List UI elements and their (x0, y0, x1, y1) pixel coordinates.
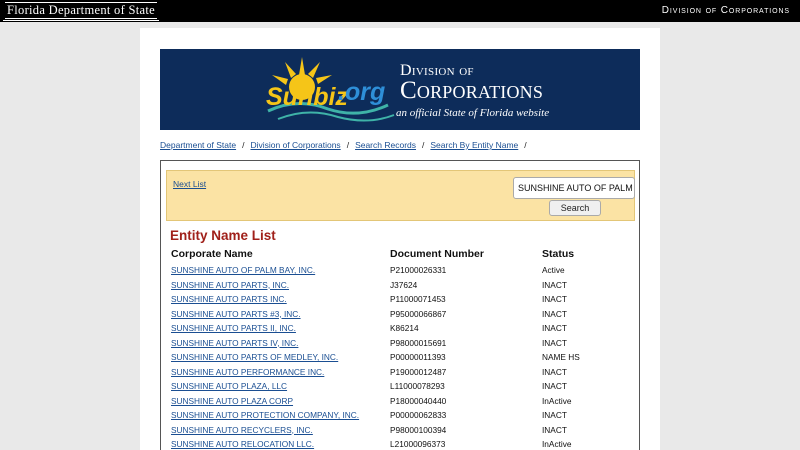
table-row: SUNSHINE AUTO PARTS, INC. J37624 INACT (161, 278, 639, 293)
breadcrumb-division-of-corporations[interactable]: Division of Corporations (250, 140, 340, 150)
status-text: INACT (542, 308, 567, 319)
status-text: INACT (542, 381, 567, 391)
corporate-name-link[interactable]: SUNSHINE AUTO PARTS II, INC. (171, 323, 296, 333)
table-row: SUNSHINE AUTO PARTS OF MEDLEY, INC. P0000… (161, 350, 639, 365)
corporate-name-link[interactable]: SUNSHINE AUTO PROTECTION COMPANY, INC. (171, 410, 359, 420)
table-row: SUNSHINE AUTO OF PALM BAY, INC. P21000026… (161, 263, 639, 278)
status-text: InActive (542, 439, 572, 449)
corporate-name-link[interactable]: SUNSHINE AUTO PARTS IV, INC. (171, 338, 298, 348)
status-text: Active (542, 265, 565, 275)
breadcrumb-separator: / (422, 140, 425, 150)
table-row: SUNSHINE AUTO PLAZA CORP P18000040440 InAc… (161, 394, 639, 409)
table-row: SUNSHINE AUTO PERFORMANCE INC. P190000124… (161, 365, 639, 380)
document-number: P11000071453 (390, 294, 446, 304)
table-row: SUNSHINE AUTO PARTS IV, INC. P98000015691… (161, 336, 639, 351)
document-number: K86214 (390, 323, 419, 333)
table-row: SUNSHINE AUTO PROTECTION COMPANY, INC. P0… (161, 408, 639, 423)
table-row: SUNSHINE AUTO PARTS II, INC. K86214 INACT (161, 321, 639, 336)
corporate-name-link[interactable]: SUNSHINE AUTO PARTS OF MEDLEY, INC. (171, 352, 338, 362)
banner-org-wordmark: .org (338, 78, 386, 106)
status-text: INACT (542, 366, 567, 377)
table-row: SUNSHINE AUTO PARTS INC. P11000071453 INAC… (161, 292, 639, 307)
corporate-name-link[interactable]: SUNSHINE AUTO PARTS INC. (171, 294, 287, 304)
division-of-corporations-link[interactable]: Division of Corporations (662, 5, 790, 16)
breadcrumb-search-records[interactable]: Search Records (355, 140, 416, 150)
breadcrumb-separator: / (346, 140, 350, 150)
florida-department-of-state-logo[interactable]: Florida Department of State (3, 2, 159, 21)
table-row: SUNSHINE AUTO PARTS #3, INC. P95000066867… (161, 307, 639, 322)
document-number: P95000066867 (390, 308, 447, 319)
corporate-name-link[interactable]: SUNSHINE AUTO PLAZA CORP (171, 396, 293, 406)
document-number: P98000100394 (390, 424, 447, 435)
breadcrumb: Department of State / Division of Corporat… (160, 140, 533, 150)
column-header-document-number: Document Number (390, 248, 484, 260)
status-text: INACT (542, 279, 567, 290)
entity-name-list-title: Entity Name List (170, 228, 276, 243)
document-number: L21000096373 (390, 439, 446, 449)
sunbiz-banner[interactable]: Sunbiz .org Division of Corporations an … (160, 49, 640, 130)
banner-tagline: an official State of Florida website (396, 107, 550, 119)
document-number: P98000015691 (390, 337, 447, 348)
top-bar: Florida Department of State Division of … (0, 0, 800, 22)
column-header-corporate-name: Corporate Name (171, 248, 253, 260)
status-text: INACT (542, 323, 567, 333)
status-text: INACT (542, 410, 567, 420)
search-navigation-band: Next List SUNSHINE AUTO OF PALM B Search (166, 170, 635, 221)
breadcrumb-department-of-state[interactable]: Department of State (160, 140, 236, 150)
corporate-name-link[interactable]: SUNSHINE AUTO PLAZA, LLC (171, 381, 287, 391)
status-text: INACT (542, 337, 567, 348)
document-number: L11000078293 (390, 381, 445, 391)
search-results-panel: Next List SUNSHINE AUTO OF PALM B Search… (160, 160, 640, 450)
document-number: P00000011393 (390, 352, 446, 362)
column-header-status: Status (542, 248, 575, 260)
corporate-name-link[interactable]: SUNSHINE AUTO PARTS #3, INC. (171, 309, 301, 319)
corporate-name-link[interactable]: SUNSHINE AUTO PERFORMANCE INC. (171, 367, 324, 377)
status-text: InActive (542, 395, 572, 406)
table-row: SUNSHINE AUTO RELOCATION LLC. L2100009637… (161, 437, 639, 450)
corporate-name-link[interactable]: SUNSHINE AUTO PARTS, INC. (171, 280, 289, 290)
document-number: J37624 (390, 279, 418, 290)
sunbiz-wordmark: Sunbiz (266, 83, 348, 111)
document-number: P00000062833 (390, 410, 447, 420)
document-number: P19000012487 (390, 366, 447, 377)
banner-corporations-text: Corporations (400, 77, 544, 104)
breadcrumb-separator: / (242, 140, 245, 150)
entity-list: SUNSHINE AUTO OF PALM BAY, INC. P21000026… (161, 263, 639, 450)
entity-name-search-input[interactable]: SUNSHINE AUTO OF PALM B (513, 177, 635, 199)
document-number: P18000040440 (390, 395, 447, 406)
status-text: NAME HS (542, 352, 580, 362)
corporate-name-link[interactable]: SUNSHINE AUTO RECYCLERS, INC. (171, 425, 313, 435)
breadcrumb-search-by-entity-name[interactable]: Search By Entity Name (430, 140, 518, 150)
next-list-link[interactable]: Next List (173, 179, 206, 189)
status-text: INACT (542, 294, 567, 304)
status-text: INACT (542, 424, 567, 435)
corporate-name-link[interactable]: SUNSHINE AUTO RELOCATION LLC. (171, 439, 314, 449)
table-row: SUNSHINE AUTO PLAZA, LLC L11000078293 INAC… (161, 379, 639, 394)
search-button[interactable]: Search (549, 200, 601, 216)
document-number: P21000026331 (390, 265, 447, 275)
corporate-name-link[interactable]: SUNSHINE AUTO OF PALM BAY, INC. (171, 265, 315, 275)
breadcrumb-separator: / (524, 140, 527, 150)
main-content: Sunbiz .org Division of Corporations an … (140, 28, 660, 450)
table-row: SUNSHINE AUTO RECYCLERS, INC. P9800010039… (161, 423, 639, 438)
